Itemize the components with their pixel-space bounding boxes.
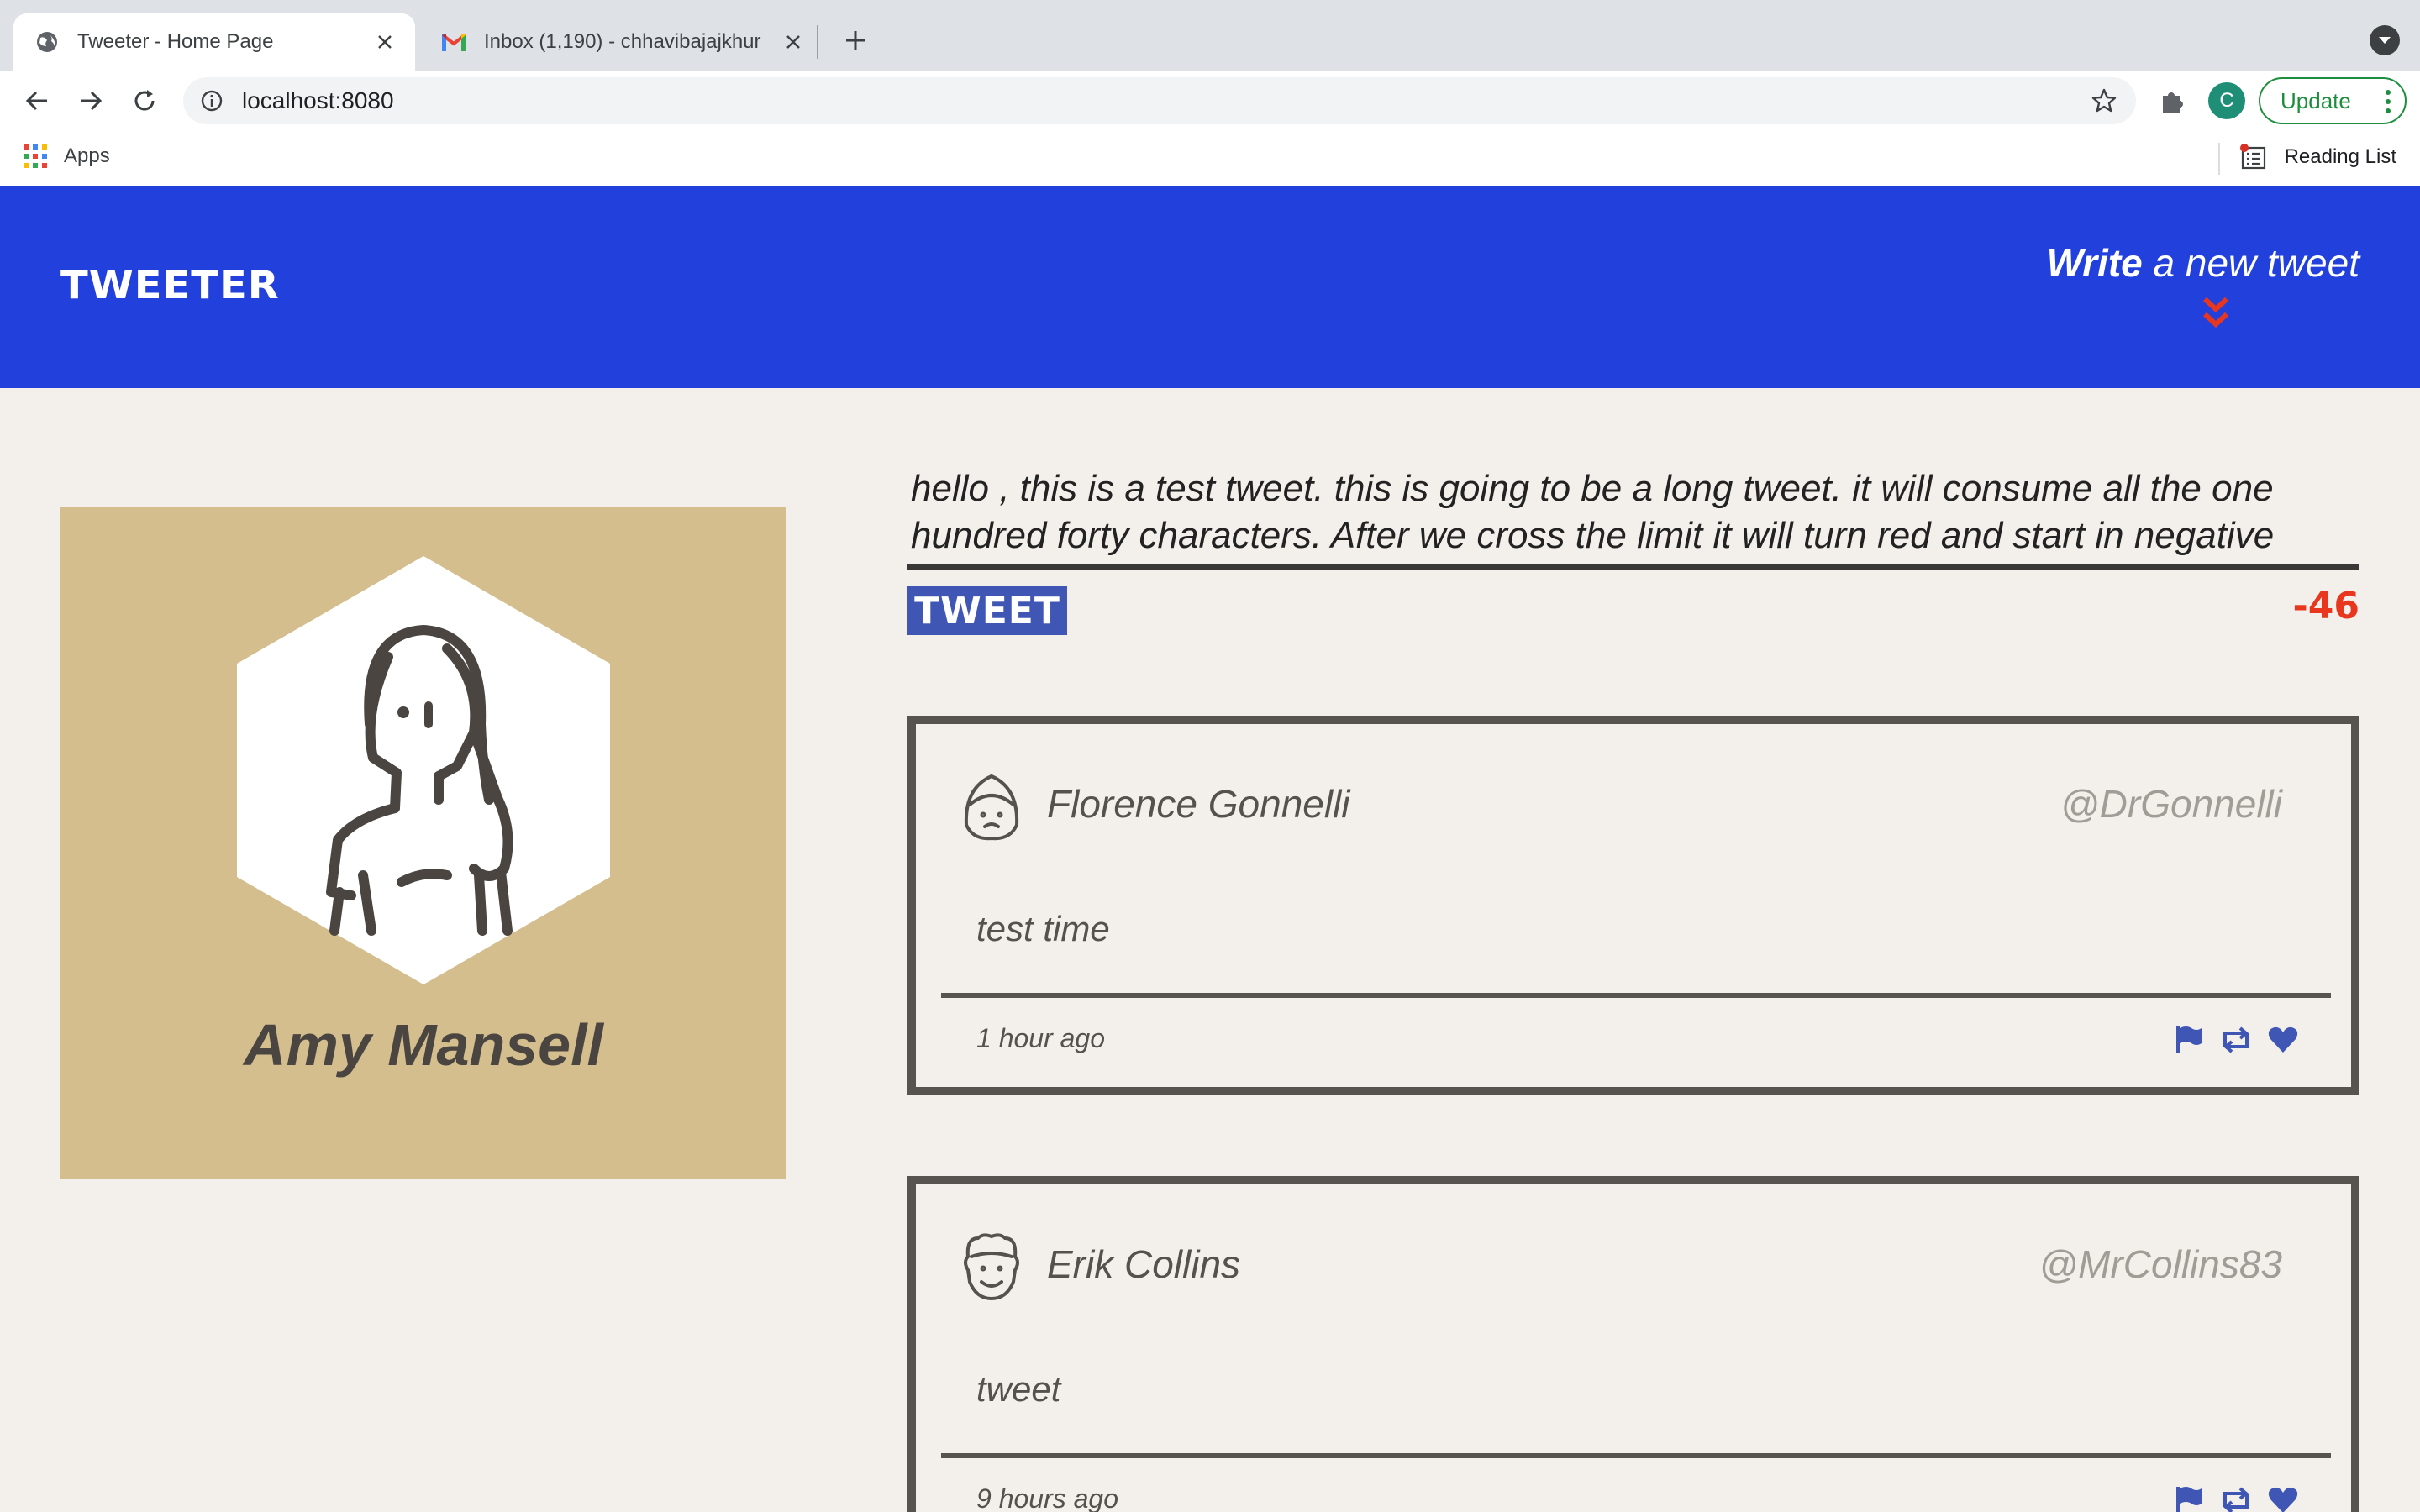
tweet-draft-text: hello , this is a test tweet. this is go… bbox=[911, 470, 2275, 556]
character-counter: -46 bbox=[2292, 585, 2360, 627]
reading-list-icon bbox=[2239, 144, 2265, 170]
tweet-author: Florence Gonnelli bbox=[1047, 782, 1350, 826]
profile-avatar-icon bbox=[237, 556, 610, 984]
tweet-actions bbox=[2173, 1485, 2299, 1512]
reading-list-button[interactable]: Reading List bbox=[2239, 143, 2396, 171]
write-new-tweet-link[interactable]: Write a new tweet bbox=[2047, 240, 2360, 286]
new-tab-plus-icon[interactable] bbox=[839, 24, 872, 57]
apps-label: Apps bbox=[64, 144, 110, 167]
bookmark-star-icon[interactable] bbox=[2091, 87, 2118, 114]
close-tab-icon[interactable] bbox=[371, 29, 398, 55]
site-info-icon[interactable] bbox=[198, 87, 225, 114]
browser-tab-strip: Tweeter - Home Page Inbox (1,190) - chha… bbox=[0, 0, 2420, 71]
tab-separator bbox=[817, 25, 818, 59]
compose-rest-text: a new tweet bbox=[2142, 241, 2360, 285]
new-tweet-composer: hello , this is a test tweet. this is go… bbox=[908, 470, 2360, 635]
bookmarks-separator bbox=[2218, 143, 2220, 175]
tweet-timestamp: 1 hour ago bbox=[976, 1023, 1106, 1053]
address-bar[interactable]: localhost:8080 bbox=[183, 77, 2136, 124]
tweet-timestamp: 9 hours ago bbox=[976, 1483, 1119, 1512]
avatar-male-icon bbox=[964, 1233, 1019, 1301]
url-text: localhost:8080 bbox=[242, 87, 394, 113]
heart-icon[interactable] bbox=[2267, 1025, 2299, 1055]
back-arrow-icon[interactable] bbox=[20, 84, 54, 118]
extensions-puzzle-icon[interactable] bbox=[2158, 86, 2188, 116]
forward-arrow-icon[interactable] bbox=[74, 84, 108, 118]
tweet-divider bbox=[941, 1453, 2331, 1458]
compose-bold-text: Write bbox=[2046, 241, 2143, 285]
tweet-submit-button[interactable]: TWEET bbox=[908, 586, 1067, 635]
tab-title: Tweeter - Home Page bbox=[77, 30, 274, 53]
tab-inbox[interactable]: Inbox (1,190) - chhavibajajkhur bbox=[420, 13, 823, 71]
retweet-icon[interactable] bbox=[2220, 1485, 2252, 1512]
bookmarks-bar: Apps Reading List bbox=[0, 131, 2420, 186]
retweet-icon[interactable] bbox=[2220, 1025, 2252, 1055]
more-vert-icon bbox=[2386, 90, 2391, 113]
globe-icon bbox=[34, 29, 60, 55]
heart-icon[interactable] bbox=[2267, 1485, 2299, 1512]
profile-name: Amy Mansell bbox=[244, 1012, 603, 1078]
site-logo[interactable]: TWEETER bbox=[60, 263, 280, 307]
update-button[interactable]: Update bbox=[2259, 77, 2407, 124]
tweet-card: Florence Gonnelli @DrGonnelli test time … bbox=[908, 716, 2360, 1095]
browser-toolbar: localhost:8080 C Update bbox=[0, 71, 2420, 131]
tweet-actions bbox=[2173, 1025, 2299, 1055]
profile-card: Amy Mansell bbox=[60, 507, 786, 1179]
profile-avatar[interactable]: C bbox=[2208, 82, 2245, 119]
reading-list-label: Reading List bbox=[2284, 145, 2396, 168]
gmail-icon bbox=[440, 29, 467, 55]
tweet-author: Erik Collins bbox=[1047, 1242, 1241, 1286]
tab-tweeter[interactable]: Tweeter - Home Page bbox=[13, 13, 415, 71]
tab-title: Inbox (1,190) - chhavibajajkhur bbox=[484, 30, 761, 53]
tweet-body: tweet bbox=[976, 1369, 1061, 1409]
tweet-card: Erik Collins @MrCollins83 tweet 9 hours … bbox=[908, 1176, 2360, 1512]
tweet-divider bbox=[941, 993, 2331, 998]
tweet-handle: @MrCollins83 bbox=[2039, 1242, 2282, 1286]
tweet-handle: @DrGonnelli bbox=[2060, 782, 2282, 826]
avatar-female-icon bbox=[964, 774, 1019, 841]
close-tab-icon[interactable] bbox=[780, 29, 807, 55]
apps-grid-icon bbox=[24, 144, 47, 168]
double-chevron-down-icon[interactable] bbox=[2202, 296, 2230, 333]
site-header: TWEETER Write a new tweet bbox=[0, 186, 2420, 388]
tweet-body: test time bbox=[976, 909, 1110, 948]
apps-shortcut[interactable]: Apps bbox=[24, 144, 110, 168]
flag-icon[interactable] bbox=[2173, 1485, 2205, 1512]
flag-icon[interactable] bbox=[2173, 1025, 2205, 1055]
reload-icon[interactable] bbox=[128, 84, 161, 118]
tweet-textarea[interactable]: hello , this is a test tweet. this is go… bbox=[908, 470, 2360, 570]
tab-search-chevron-icon[interactable] bbox=[2370, 25, 2400, 55]
